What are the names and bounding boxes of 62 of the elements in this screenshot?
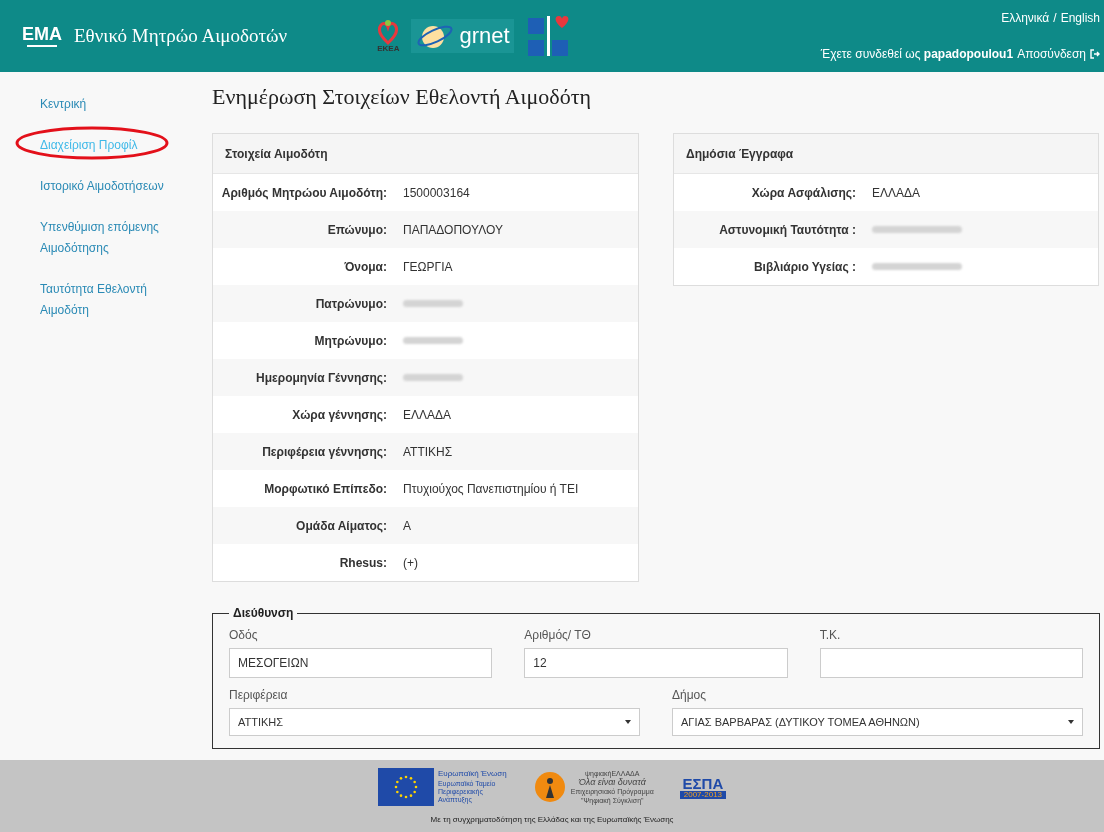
panel-title: Δημόσια Έγγραφα xyxy=(674,134,1098,174)
ekea-logo: ΕΚΕΑ xyxy=(377,19,400,53)
field-value: ΑΤΤΙΚΗΣ xyxy=(403,443,453,461)
logout-icon xyxy=(1090,49,1100,59)
input-field[interactable] xyxy=(819,648,1083,678)
select-value: ΑΤΤΙΚΗΣ xyxy=(238,714,284,730)
logo-text: Ευρωπαϊκή Ένωση xyxy=(437,770,507,778)
input-field[interactable]: 12 xyxy=(524,648,788,678)
field-label: Αριθμός Μητρώου Αιμοδότη: xyxy=(220,184,388,202)
input-label: Αριθμός/ ΤΘ xyxy=(524,627,592,644)
field-label: Πατρώνυμο: xyxy=(314,295,388,313)
field-label: Περιφέρεια γέννησης: xyxy=(261,443,388,461)
espa-logo: ΕΣΠΑ 2007-2013 xyxy=(679,775,727,799)
sidebar-link[interactable]: Ταυτότητα Εθελοντή Αιμοδότη xyxy=(40,279,165,321)
stars-icon xyxy=(392,774,419,800)
grnet-logo: grnet xyxy=(411,19,514,53)
caret-icon xyxy=(625,720,631,724)
heart-icon xyxy=(377,19,400,45)
field-label: Όνομα: xyxy=(343,258,388,276)
field-label: Αστυνομική Ταυτότητα : xyxy=(718,221,857,239)
input-label: Περιφέρεια xyxy=(229,687,289,704)
input-label: Οδός xyxy=(229,627,259,644)
figure-emblem-icon xyxy=(532,770,567,804)
language-link[interactable]: Ελληνικά xyxy=(1001,9,1050,27)
fieldset-legend: Διεύθυνση xyxy=(229,604,298,622)
field-label: Επώνυμο: xyxy=(326,221,388,239)
field-label: Μητρώνυμο: xyxy=(313,332,388,350)
login-status: Έχετε συνδεθεί ως papadopoulou1 xyxy=(820,46,1014,63)
sidebar-link[interactable]: Υπενθύμιση επόμενης Αιμοδότησης xyxy=(40,217,165,259)
sidebar-link[interactable]: Κεντρική xyxy=(40,94,165,115)
cofunding-caption: Με τη συγχρηματοδότηση της Ελλάδας και της Ευρωπαϊκής Ένωσης xyxy=(430,814,674,826)
field-value: ΕΛΛΑΔΑ xyxy=(872,184,921,202)
field-label: Χώρα Ασφάλισης: xyxy=(750,184,857,202)
input-label: Δήμος xyxy=(672,687,708,704)
field-label: Ημερομηνία Γέννησης: xyxy=(255,369,388,387)
field-value: ΠΑΠΑΔΟΠΟΥΛΟΥ xyxy=(403,221,503,239)
field-value: (+) xyxy=(403,554,418,572)
field-label: Ομάδα Αίματος: xyxy=(295,517,388,535)
field-label: Μορφωτικό Επίπεδο: xyxy=(263,480,388,498)
input-field[interactable]: ΜΕΣΟΓΕΙΩΝ xyxy=(229,648,493,678)
sidebar-link[interactable]: Ιστορικό Αιμοδοτήσεων xyxy=(40,176,165,197)
field-value: Α xyxy=(403,517,411,535)
language-link[interactable]: English xyxy=(1060,9,1100,27)
field-value: ΓΕΩΡΓΙΑ xyxy=(403,258,453,276)
select-field[interactable]: ΑΓΙΑΣ ΒΑΡΒΑΡΑΣ (ΔΥΤΙΚΟΥ ΤΟΜΕΑ ΑΘΗΝΩΝ) xyxy=(672,708,1083,736)
panel-title: Στοιχεία Αιμοδότη xyxy=(213,134,638,174)
logo-text: Όλα είναι δυνατά xyxy=(578,778,646,787)
field-label: Βιβλιάριο Υγείας : xyxy=(752,258,857,276)
separator: / xyxy=(1053,10,1057,27)
site-title: Εθνικό Μητρώο Αιμοδοτών xyxy=(74,23,288,48)
page-title: Ενημέρωση Στοιχείων Εθελοντή Αιμοδότη xyxy=(212,83,593,111)
field-label: Χώρα γέννησης: xyxy=(291,406,388,424)
select-field[interactable]: ΑΤΤΙΚΗΣ xyxy=(229,708,640,736)
ema-logo: EMA xyxy=(22,25,62,47)
field-value: 1500003164 xyxy=(403,184,470,202)
select-value: ΑΓΙΑΣ ΒΑΡΒΑΡΑΣ (ΔΥΤΙΚΟΥ ΤΟΜΕΑ ΑΘΗΝΩΝ) xyxy=(681,714,920,730)
input-label: Τ.Κ. xyxy=(819,627,842,644)
field-value: Πτυχιούχος Πανεπιστημίου ή ΤΕΙ xyxy=(403,480,579,498)
logout-link[interactable]: Αποσύνδεση xyxy=(1017,45,1086,63)
caret-icon xyxy=(1068,720,1074,724)
field-label: Rhesus: xyxy=(338,554,388,572)
field-value: ΕΛΛΑΔΑ xyxy=(403,406,452,424)
